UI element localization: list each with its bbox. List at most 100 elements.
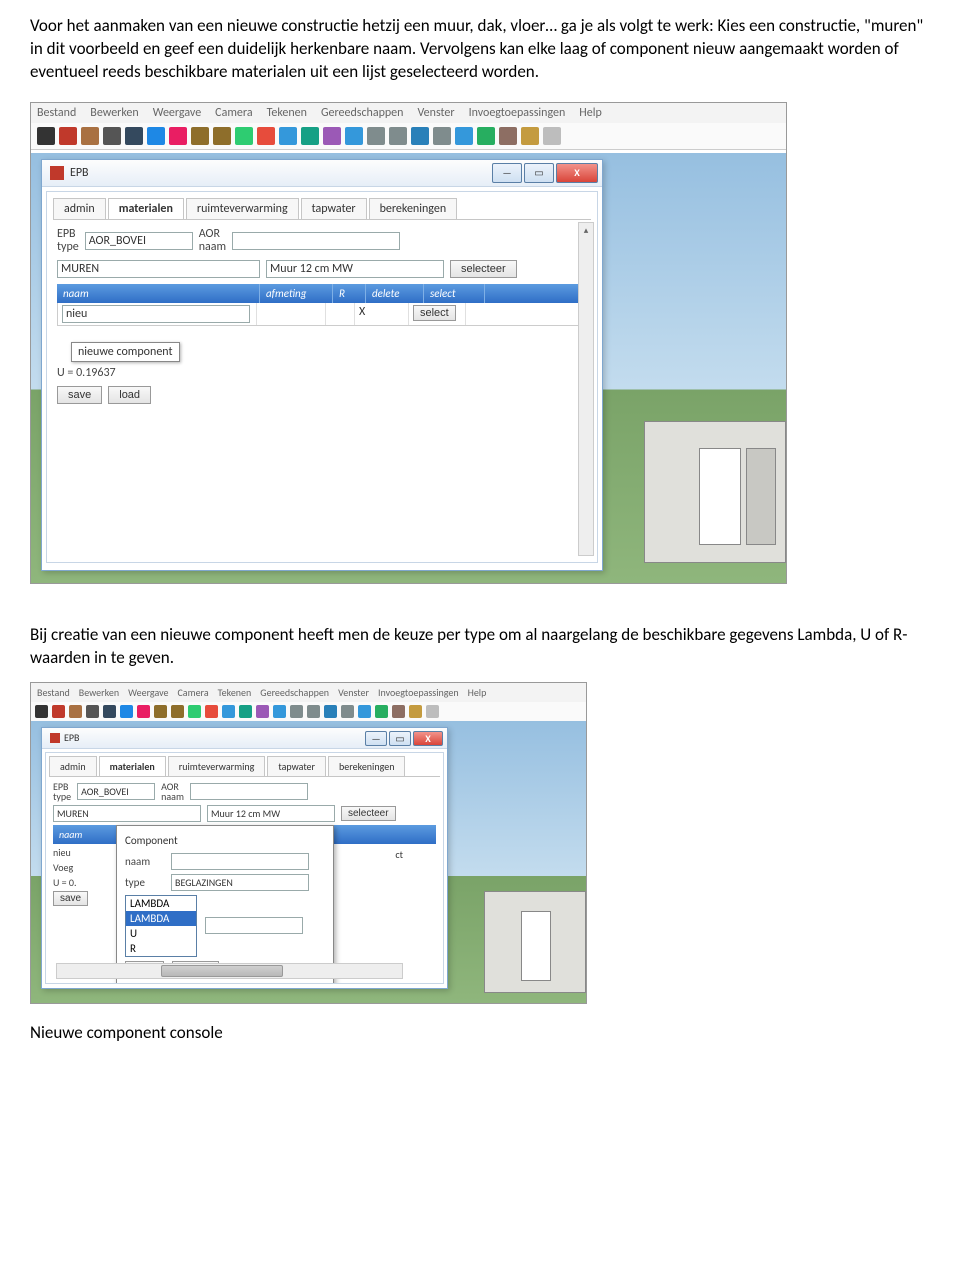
toolbar-tool-icon[interactable] [222, 705, 235, 718]
construction-name-input[interactable] [266, 260, 444, 278]
minimize-button[interactable]: — [492, 163, 522, 183]
construction-type-select[interactable] [57, 260, 260, 278]
epb-type-select[interactable] [77, 783, 155, 800]
menu-item[interactable]: Bewerken [79, 686, 119, 699]
menu-item[interactable]: Bestand [37, 686, 70, 699]
menu-item[interactable]: Gereedschappen [321, 106, 404, 120]
tab-ruimteverwarming[interactable]: ruimteverwarming [168, 756, 266, 776]
construction-name-input[interactable] [207, 805, 335, 822]
menu-item[interactable]: Weergave [153, 106, 201, 120]
horizontal-scrollbar[interactable] [56, 963, 403, 979]
tab-berekeningen[interactable]: berekeningen [328, 756, 405, 776]
toolbar-tool-icon[interactable] [455, 127, 473, 145]
toolbar-tool-icon[interactable] [191, 127, 209, 145]
popup-naam-input[interactable] [171, 853, 309, 870]
tab-tapwater[interactable]: tapwater [267, 756, 326, 776]
close-button[interactable]: X [413, 731, 443, 746]
toolbar-tool-icon[interactable] [256, 705, 269, 718]
toolbar-tool-icon[interactable] [358, 705, 371, 718]
menu-item[interactable]: Tekenen [267, 106, 307, 120]
construction-type-select[interactable] [53, 805, 201, 822]
toolbar-tool-icon[interactable] [205, 705, 218, 718]
toolbar-tool-icon[interactable] [477, 127, 495, 145]
toolbar-tool-icon[interactable] [188, 705, 201, 718]
toolbar-tool-icon[interactable] [301, 127, 319, 145]
toolbar-tool-icon[interactable] [521, 127, 539, 145]
menu-item[interactable]: Bewerken [90, 106, 138, 120]
toolbar-tool-icon[interactable] [120, 705, 133, 718]
toolbar-tool-icon[interactable] [392, 705, 405, 718]
tab-berekeningen[interactable]: berekeningen [369, 198, 458, 219]
tab-materialen[interactable]: materialen [99, 756, 166, 776]
value-input[interactable] [205, 917, 303, 934]
autocomplete-suggestion[interactable]: nieuwe component [71, 342, 180, 362]
toolbar-tool-icon[interactable] [86, 705, 99, 718]
menu-item[interactable]: Venster [338, 686, 369, 699]
menu-item[interactable]: Tekenen [218, 686, 252, 699]
toolbar-tool-icon[interactable] [154, 705, 167, 718]
toolbar-tool-icon[interactable] [239, 705, 252, 718]
toolbar-tool-icon[interactable] [433, 127, 451, 145]
close-button[interactable]: X [556, 163, 598, 183]
toolbar-tool-icon[interactable] [426, 705, 439, 718]
toolbar-tool-icon[interactable] [375, 705, 388, 718]
menu-item[interactable]: Gereedschappen [260, 686, 329, 699]
menu-item[interactable]: Invoegtoepassingen [469, 106, 566, 120]
toolbar-tool-icon[interactable] [69, 705, 82, 718]
menu-item[interactable]: Invoegtoepassingen [378, 686, 459, 699]
toolbar-tool-icon[interactable] [125, 127, 143, 145]
menu-item[interactable]: Camera [177, 686, 208, 699]
toolbar-tool-icon[interactable] [367, 127, 385, 145]
toolbar-tool-icon[interactable] [235, 127, 253, 145]
minimize-button[interactable]: — [365, 731, 387, 746]
aor-naam-input[interactable] [190, 783, 308, 800]
toolbar-tool-icon[interactable] [389, 127, 407, 145]
selecteer-button[interactable]: selecteer [341, 806, 396, 821]
save-button[interactable]: save [53, 891, 88, 906]
tab-ruimteverwarming[interactable]: ruimteverwarming [186, 198, 299, 219]
aor-naam-input[interactable] [232, 232, 400, 250]
menu-item[interactable]: Help [579, 106, 602, 120]
menu-item[interactable]: Bestand [37, 106, 76, 120]
toolbar-tool-icon[interactable] [52, 705, 65, 718]
tab-materialen[interactable]: materialen [108, 198, 184, 219]
toolbar-tool-icon[interactable] [307, 705, 320, 718]
selecteer-button[interactable]: selecteer [450, 260, 517, 278]
toolbar-tool-icon[interactable] [257, 127, 275, 145]
toolbar-tool-icon[interactable] [324, 705, 337, 718]
toolbar-tool-icon[interactable] [137, 705, 150, 718]
save-button[interactable]: save [57, 386, 102, 404]
toolbar-tool-icon[interactable] [35, 705, 48, 718]
toolbar-tool-icon[interactable] [543, 127, 561, 145]
vertical-scrollbar[interactable]: ▴ [578, 222, 594, 556]
value-type-dropdown[interactable]: LAMBDA LAMBDA U R [125, 895, 197, 957]
menu-item[interactable]: Camera [215, 106, 252, 120]
toolbar-tool-icon[interactable] [411, 127, 429, 145]
toolbar-tool-icon[interactable] [103, 127, 121, 145]
toolbar-tool-icon[interactable] [290, 705, 303, 718]
load-button[interactable]: load [108, 386, 151, 404]
maximize-button[interactable]: ▭ [389, 731, 411, 746]
tab-tapwater[interactable]: tapwater [301, 198, 367, 219]
toolbar-tool-icon[interactable] [147, 127, 165, 145]
menu-item[interactable]: Weergave [128, 686, 168, 699]
tab-admin[interactable]: admin [49, 756, 97, 776]
toolbar-tool-icon[interactable] [213, 127, 231, 145]
toolbar-tool-icon[interactable] [169, 127, 187, 145]
maximize-button[interactable]: ▭ [524, 163, 554, 183]
row-naam-input[interactable] [62, 305, 250, 323]
toolbar-tool-icon[interactable] [103, 705, 116, 718]
row-delete[interactable]: X [355, 303, 409, 325]
row-select-button[interactable]: select [413, 305, 456, 321]
toolbar-tool-icon[interactable] [37, 127, 55, 145]
toolbar-tool-icon[interactable] [409, 705, 422, 718]
toolbar-tool-icon[interactable] [345, 127, 363, 145]
toolbar-tool-icon[interactable] [273, 705, 286, 718]
toolbar-tool-icon[interactable] [59, 127, 77, 145]
toolbar-tool-icon[interactable] [171, 705, 184, 718]
tab-admin[interactable]: admin [53, 198, 106, 219]
toolbar-tool-icon[interactable] [279, 127, 297, 145]
popup-type-select[interactable] [171, 874, 309, 891]
menu-item[interactable]: Venster [417, 106, 454, 120]
toolbar-tool-icon[interactable] [499, 127, 517, 145]
